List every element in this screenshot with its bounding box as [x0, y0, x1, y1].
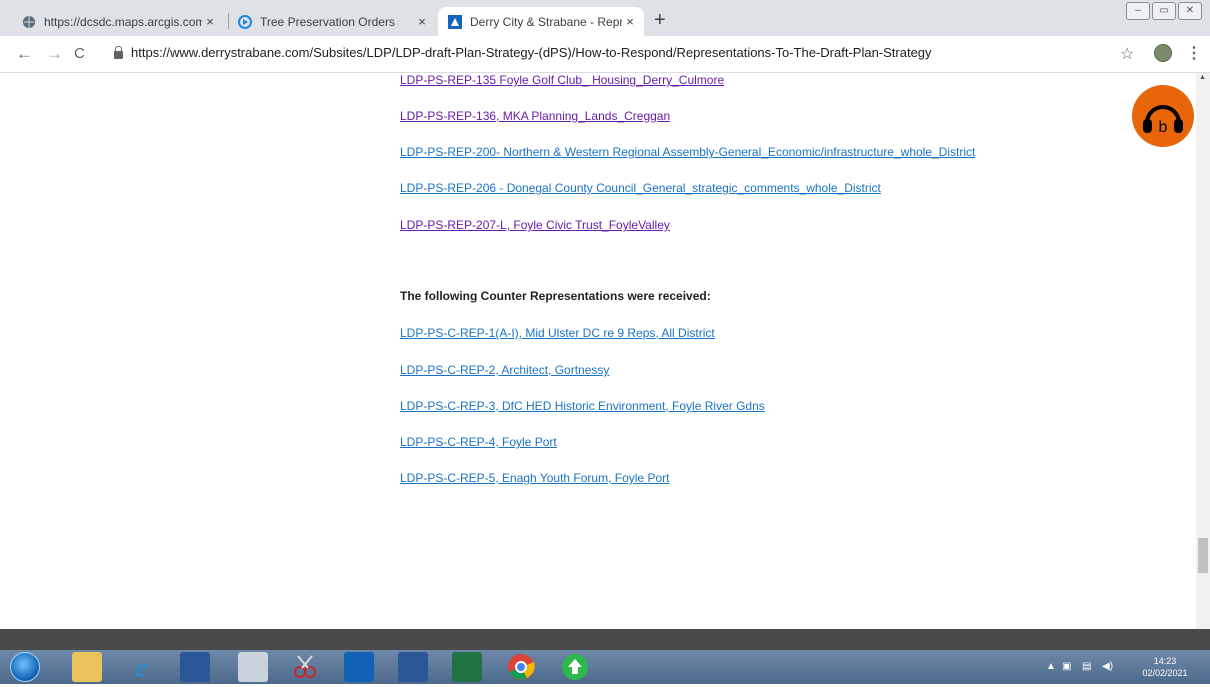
start-button[interactable]	[10, 652, 40, 682]
representation-link[interactable]: LDP-PS-REP-136, MKA Planning_Lands_Cregg…	[400, 109, 670, 123]
representation-link[interactable]: LDP-PS-REP-135 Foyle Golf Club_ Housing_…	[400, 73, 724, 87]
scrollbar-thumb[interactable]	[1198, 538, 1208, 573]
window-controls: – ▭ ✕	[1124, 2, 1202, 20]
forward-button[interactable]: →	[46, 44, 63, 64]
scroll-up-arrow-icon[interactable]: ▲	[1199, 74, 1206, 81]
minimize-button[interactable]: –	[1126, 2, 1150, 20]
bookmark-star-icon[interactable]: ☆	[1120, 44, 1134, 64]
restore-button[interactable]: ▭	[1152, 2, 1176, 20]
tab-arcgis[interactable]: https://dcsdc.maps.arcgis.com/a ×	[12, 7, 224, 36]
page-content: LDP-PS-REP-135 Foyle Golf Club_ Housing_…	[0, 73, 1196, 629]
representation-link[interactable]: LDP-PS-REP-200- Northern & Western Regio…	[400, 145, 975, 159]
tab-close-button[interactable]: ×	[202, 14, 218, 29]
svg-text:b: b	[1159, 119, 1168, 136]
tab-title: Tree Preservation Orders	[260, 14, 395, 29]
counter-representation-link[interactable]: LDP-PS-C-REP-5, Enagh Youth Forum, Foyle…	[400, 471, 669, 485]
back-button[interactable]: ←	[16, 44, 33, 64]
tab-derry-strabane[interactable]: Derry City & Strabane - Represen ×	[438, 7, 644, 36]
counter-representations-heading: The following Counter Representations we…	[400, 289, 711, 303]
tab-title: Derry City & Strabane - Represen	[470, 14, 622, 29]
chrome-icon[interactable]	[506, 652, 536, 682]
upload-arrow-icon[interactable]	[560, 652, 590, 682]
calculator-icon[interactable]	[238, 652, 268, 682]
power-icon[interactable]: ▤	[1082, 661, 1091, 672]
word-icon[interactable]	[398, 652, 428, 682]
media-player-icon[interactable]	[180, 652, 210, 682]
counter-representation-link[interactable]: LDP-PS-C-REP-1(A-I), Mid Ulster DC re 9 …	[400, 326, 715, 340]
snipping-tool-icon[interactable]	[290, 652, 320, 682]
extension-icon[interactable]	[1154, 44, 1172, 62]
audio-reader-button[interactable]: b	[1132, 85, 1194, 147]
headphones-icon: b	[1143, 105, 1183, 136]
counter-representation-link[interactable]: LDP-PS-C-REP-2, Architect, Gortnessy	[400, 363, 609, 377]
tab-tree-preservation[interactable]: Tree Preservation Orders ×	[228, 7, 436, 36]
network-icon[interactable]: ▣	[1062, 661, 1071, 672]
browser-menu-icon[interactable]: ⋮	[1186, 43, 1202, 63]
tray-expand-icon[interactable]: ▲	[1046, 661, 1056, 672]
close-window-button[interactable]: ✕	[1178, 2, 1202, 20]
globe-icon	[22, 15, 36, 29]
url-text: https://www.derrystrabane.com/Subsites/L…	[131, 45, 932, 60]
representation-link[interactable]: LDP-PS-REP-206 - Donegal County Council_…	[400, 181, 881, 195]
representation-link[interactable]: LDP-PS-REP-207-L, Foyle Civic Trust_Foyl…	[400, 218, 670, 232]
tab-close-button[interactable]: ×	[622, 14, 638, 29]
reload-button[interactable]: C	[74, 44, 85, 64]
clock-time: 14:23	[1153, 656, 1177, 666]
address-bar[interactable]: https://www.derrystrabane.com/Subsites/L…	[114, 45, 932, 60]
clock-date: 02/02/2021	[1142, 668, 1188, 678]
outlook-icon[interactable]	[344, 652, 374, 682]
new-tab-button[interactable]: +	[654, 10, 666, 30]
svg-text:e: e	[135, 653, 147, 682]
clock[interactable]: 14:23 02/02/2021	[1140, 655, 1190, 679]
bottom-panel	[0, 629, 1210, 650]
file-explorer-icon[interactable]	[72, 652, 102, 682]
derry-strabane-logo-icon	[448, 14, 462, 29]
volume-icon[interactable]: ◀)	[1102, 661, 1113, 672]
excel-icon[interactable]	[452, 652, 482, 682]
tab-site-icon	[238, 14, 252, 29]
internet-explorer-icon[interactable]: e	[126, 652, 156, 682]
counter-representation-link[interactable]: LDP-PS-C-REP-3, DfC HED Historic Environ…	[400, 399, 765, 413]
counter-representation-link[interactable]: LDP-PS-C-REP-4, Foyle Port	[400, 435, 557, 449]
tab-title: https://dcsdc.maps.arcgis.com/a	[44, 14, 202, 29]
tab-close-button[interactable]: ×	[414, 14, 430, 29]
browser-toolbar: ← → C https://www.derrystrabane.com/Subs…	[0, 36, 1210, 73]
lock-icon	[114, 45, 123, 59]
